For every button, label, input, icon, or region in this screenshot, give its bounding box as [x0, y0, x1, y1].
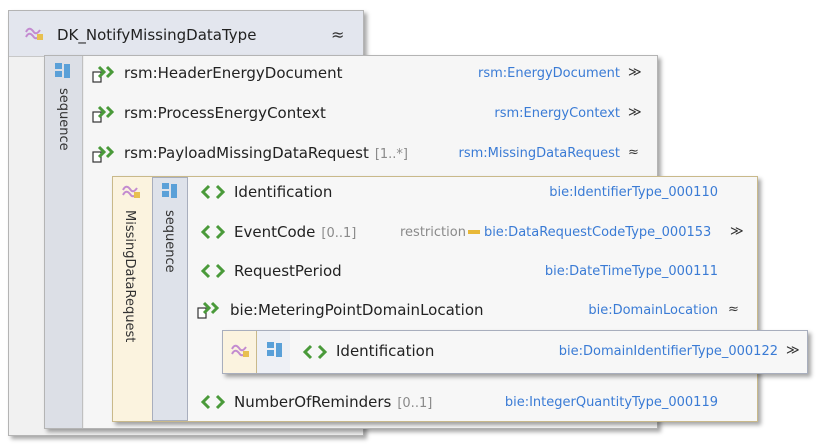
element-ref-icon	[92, 145, 115, 163]
type-domain-location[interactable]: bie:DomainLocation	[500, 303, 718, 318]
complex-type-icon	[231, 344, 249, 357]
restriction-icon	[467, 229, 480, 234]
element-metering-point-domain-location[interactable]: bie:MeteringPointDomainLocation	[230, 301, 484, 319]
element-icon	[200, 263, 226, 279]
type-name-label: MissingDataRequest	[122, 210, 137, 343]
collapse-icon[interactable]: ≈	[331, 25, 344, 44]
multiplicity: [1..*]	[374, 147, 409, 162]
sequence-icon	[55, 63, 70, 78]
element-header-energy-document[interactable]: rsm:HeaderEnergyDocument	[124, 64, 343, 82]
outer-sequence-label: sequence	[56, 88, 71, 151]
element-ref-icon	[197, 301, 220, 319]
root-type-header[interactable]: DK_NotifyMissingDataType ≈	[9, 11, 363, 57]
element-name: EventCode	[234, 223, 316, 241]
element-process-energy-context[interactable]: rsm:ProcessEnergyContext	[124, 104, 326, 122]
type-integer-quantity[interactable]: bie:IntegerQuantityType_000119	[470, 395, 718, 410]
restriction-label: restriction	[400, 225, 466, 240]
complex-type-icon	[122, 185, 140, 198]
root-type-title: DK_NotifyMissingDataType	[57, 26, 257, 44]
element-payload-missing-data-request[interactable]: rsm:PayloadMissingDataRequest [1..*]	[124, 144, 408, 162]
collapse-icon[interactable]: ≈	[728, 302, 739, 317]
element-domain-identification[interactable]: Identification	[336, 342, 434, 360]
element-ref-icon	[92, 65, 115, 83]
element-icon	[200, 394, 226, 410]
collapse-icon[interactable]: ≈	[628, 145, 639, 160]
inner-sequence-label: sequence	[162, 210, 177, 273]
restriction-type[interactable]: restriction bie:DataRequestCodeType_00015…	[400, 225, 711, 240]
expand-icon[interactable]: ≫	[628, 105, 642, 120]
element-icon	[302, 344, 328, 360]
element-icon	[200, 184, 226, 200]
type-identifier[interactable]: bie:IdentifierType_000110	[500, 185, 718, 200]
element-icon	[200, 224, 226, 240]
expand-icon[interactable]: ≫	[730, 224, 744, 239]
sequence-icon	[162, 183, 177, 198]
type-domain-identifier[interactable]: bie:DomainIdentifierType_000122	[520, 344, 778, 359]
element-name: rsm:PayloadMissingDataRequest	[124, 144, 369, 162]
multiplicity: [0..1]	[321, 226, 357, 241]
expand-icon[interactable]: ≫	[628, 65, 642, 80]
type-date-time[interactable]: bie:DateTimeType_000111	[500, 264, 718, 279]
element-request-period[interactable]: RequestPeriod	[234, 262, 342, 280]
type-data-request-code: bie:DataRequestCodeType_000153	[483, 225, 712, 240]
inner-rows-area	[188, 177, 757, 421]
element-name: NumberOfReminders	[234, 393, 392, 411]
element-identification[interactable]: Identification	[234, 183, 332, 201]
multiplicity: [0..1]	[397, 396, 433, 411]
expand-icon[interactable]: ≫	[786, 343, 800, 358]
element-ref-icon	[92, 105, 115, 123]
type-energy-document[interactable]: rsm:EnergyDocument	[440, 66, 620, 81]
type-energy-context[interactable]: rsm:EnergyContext	[440, 106, 620, 121]
type-missing-data-request[interactable]: rsm:MissingDataRequest	[430, 146, 620, 161]
sequence-icon	[267, 342, 282, 357]
element-number-of-reminders[interactable]: NumberOfReminders [0..1]	[234, 393, 432, 411]
element-event-code[interactable]: EventCode [0..1]	[234, 223, 356, 241]
complex-type-icon	[25, 27, 43, 40]
